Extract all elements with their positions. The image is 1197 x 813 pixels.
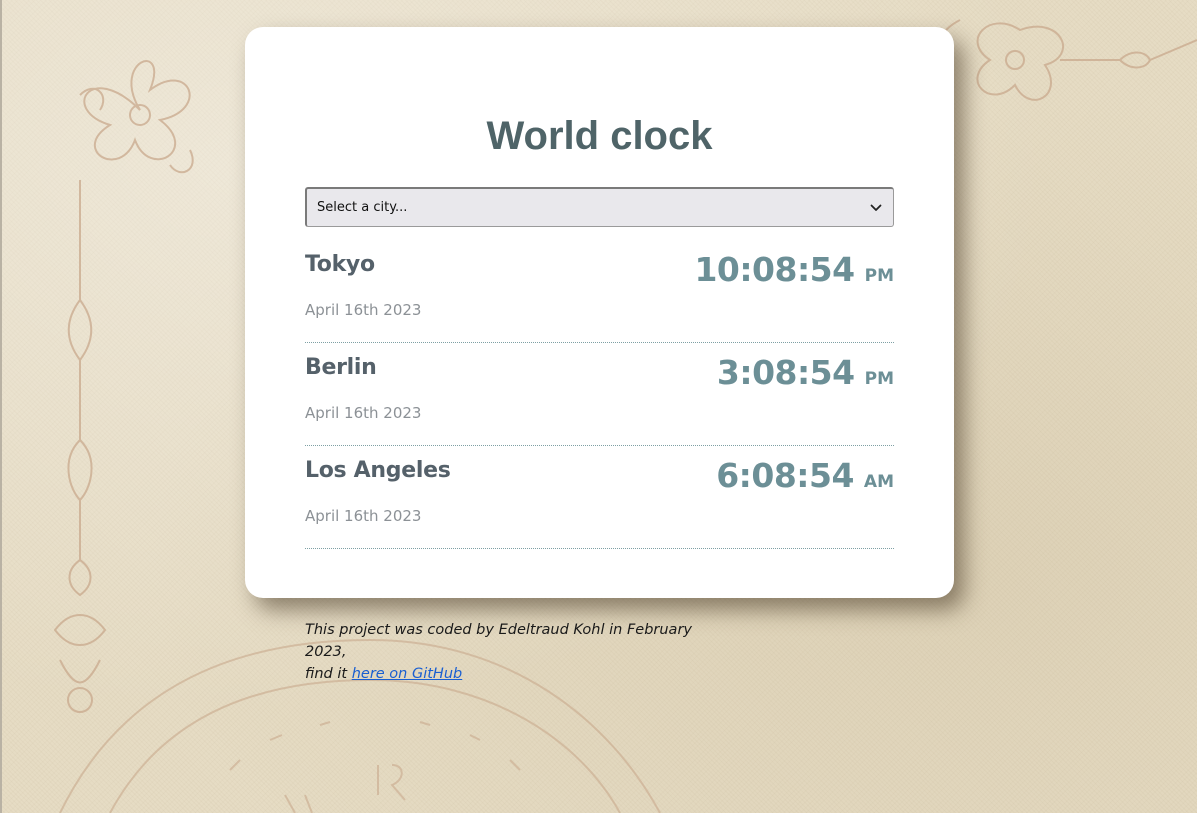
city-list: Tokyo April 16th 2023 10:08:54 PM Berlin… [305, 240, 894, 549]
city-time: 6:08:54 AM [716, 456, 894, 496]
window-edge [0, 0, 2, 813]
city-clock: 6:08:54 [716, 456, 854, 495]
city-date: April 16th 2023 [305, 404, 422, 422]
city-name: Tokyo [305, 252, 375, 277]
footer-credit: This project was coded by Edeltraud Kohl… [305, 619, 735, 685]
city-name: Berlin [305, 355, 377, 380]
city-row-berlin: Berlin April 16th 2023 3:08:54 PM [305, 343, 894, 446]
city-name: Los Angeles [305, 458, 451, 483]
ornament-left-column [53, 180, 107, 713]
footer-line-1: This project was coded by Edeltraud Kohl… [305, 622, 692, 660]
city-date: April 16th 2023 [305, 507, 422, 525]
city-row-los-angeles: Los Angeles April 16th 2023 6:08:54 AM [305, 446, 894, 549]
city-select-dropdown[interactable]: Select a city... [305, 187, 894, 227]
city-date: April 16th 2023 [305, 301, 422, 319]
city-ampm: PM [864, 266, 894, 286]
city-ampm: AM [863, 472, 894, 492]
city-row-tokyo: Tokyo April 16th 2023 10:08:54 PM [305, 240, 894, 343]
footer-line-2: find it here on GitHub [305, 663, 735, 685]
chevron-down-icon [869, 201, 883, 215]
world-clock-card: World clock Select a city... Tokyo April… [245, 27, 954, 598]
github-link[interactable]: here on GitHub [352, 666, 463, 682]
page-title: World clock [486, 114, 713, 158]
ornament-flourish-top-left [79, 60, 194, 174]
city-clock: 10:08:54 [694, 250, 855, 289]
city-time: 3:08:54 PM [717, 353, 894, 393]
ornament-flourish-top-right [936, 19, 1197, 101]
city-clock: 3:08:54 [716, 353, 855, 392]
city-ampm: PM [864, 369, 894, 389]
city-select-value: Select a city... [317, 200, 408, 215]
footer-link-prefix: find it [305, 666, 352, 682]
city-time: 10:08:54 PM [694, 250, 894, 290]
